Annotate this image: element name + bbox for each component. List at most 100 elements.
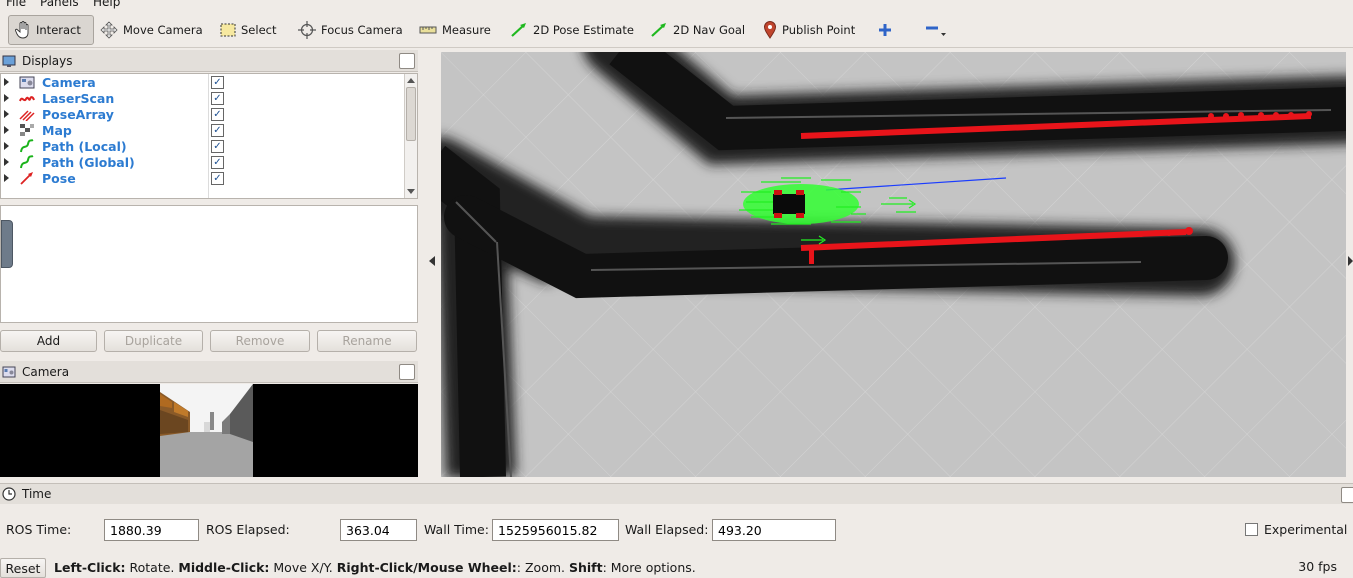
wall-time-label: Wall Time: <box>424 522 489 537</box>
publish-point-tool[interactable]: Publish Point <box>757 15 861 45</box>
menu-file[interactable]: File <box>6 0 26 9</box>
scroll-up-icon[interactable] <box>407 78 415 83</box>
hint-shift-desc: : More options. <box>602 560 696 575</box>
hint-middle-click: Middle-Click: <box>178 560 270 575</box>
time-panel-header: Time <box>0 483 1353 504</box>
menu-help[interactable]: Help <box>93 0 120 9</box>
right-dock-collapse-icon[interactable] <box>1348 256 1353 266</box>
display-item-path-local[interactable]: Path (Local) ✓ <box>1 138 405 154</box>
fps-counter: 30 fps <box>1298 559 1337 574</box>
monitor-icon <box>2 55 16 67</box>
move-camera-tool[interactable]: Move Camera <box>94 15 209 45</box>
path-icon <box>20 155 34 169</box>
displays-tree: Camera ✓ LaserScan ✓ PoseArray ✓ Map ✓ P… <box>0 73 418 199</box>
expand-arrow-icon[interactable] <box>4 126 9 134</box>
ruler-icon <box>419 26 437 34</box>
interact-tool[interactable]: Interact <box>8 15 94 45</box>
display-item-checkbox[interactable]: ✓ <box>211 155 224 169</box>
expand-arrow-icon[interactable] <box>4 142 9 150</box>
camera-float-button[interactable] <box>399 364 415 380</box>
display-item-checkbox[interactable]: ✓ <box>211 91 224 105</box>
rename-button[interactable]: Rename <box>317 330 417 352</box>
displays-float-button[interactable] <box>399 53 415 69</box>
camera-image <box>160 384 253 477</box>
displays-scrollbar[interactable] <box>404 74 417 198</box>
hint-right-click-desc: : Zoom. <box>516 560 569 575</box>
expand-arrow-icon[interactable] <box>4 110 9 118</box>
reset-button[interactable]: Reset <box>0 558 46 578</box>
add-tool-button[interactable] <box>872 15 898 45</box>
display-item-checkbox[interactable]: ✓ <box>211 75 224 89</box>
pose-estimate-tool[interactable]: 2D Pose Estimate <box>504 15 640 45</box>
display-item-path-global[interactable]: Path (Global) ✓ <box>1 154 405 170</box>
display-item-checkbox[interactable]: ✓ <box>211 107 224 121</box>
crosshair-icon <box>298 21 316 39</box>
publish-point-label: Publish Point <box>782 23 856 37</box>
experimental-checkbox[interactable] <box>1245 523 1258 536</box>
move-arrows-icon <box>100 21 118 39</box>
ros-time-field[interactable] <box>104 519 199 541</box>
properties-splitter-handle[interactable] <box>1 220 13 268</box>
laserscan-icon <box>19 96 35 102</box>
hint-left-click-desc: Rotate. <box>125 560 179 575</box>
display-item-checkbox[interactable]: ✓ <box>211 171 224 185</box>
displays-panel-header: Displays <box>0 50 418 72</box>
duplicate-button[interactable]: Duplicate <box>104 330 203 352</box>
display-item-pose[interactable]: Pose ✓ <box>1 170 405 186</box>
plus-icon <box>879 24 891 36</box>
hint-middle-click-desc: Move X/Y. <box>269 560 337 575</box>
menu-bar: File Panels Help <box>0 0 1353 10</box>
add-button[interactable]: Add <box>0 330 97 352</box>
map-icon <box>20 124 34 136</box>
left-dock-collapse-icon[interactable] <box>429 256 435 266</box>
display-item-camera[interactable]: Camera ✓ <box>1 74 405 90</box>
display-item-label: Pose <box>42 170 76 186</box>
hand-icon <box>15 21 29 39</box>
wall-elapsed-field[interactable] <box>712 519 836 541</box>
ros-elapsed-label: ROS Elapsed: <box>206 522 290 537</box>
display-item-posearray[interactable]: PoseArray ✓ <box>1 106 405 122</box>
nav-goal-label: 2D Nav Goal <box>673 23 746 37</box>
focus-camera-tool[interactable]: Focus Camera <box>292 15 409 45</box>
select-box-icon <box>220 23 236 37</box>
interact-label: Interact <box>36 23 81 37</box>
focus-camera-label: Focus Camera <box>321 23 403 37</box>
time-float-button[interactable] <box>1341 487 1353 503</box>
remove-button[interactable]: Remove <box>210 330 310 352</box>
time-title: Time <box>22 487 52 501</box>
select-tool[interactable]: Select <box>214 15 282 45</box>
ros-time-label: ROS Time: <box>6 522 72 537</box>
display-item-laserscan[interactable]: LaserScan ✓ <box>1 90 405 106</box>
camera-panel-header: Camera <box>0 361 418 383</box>
ros-elapsed-field[interactable] <box>340 519 417 541</box>
menu-panels[interactable]: Panels <box>40 0 79 9</box>
scroll-thumb[interactable] <box>406 87 416 141</box>
expand-arrow-icon[interactable] <box>4 94 9 102</box>
pose-estimate-label: 2D Pose Estimate <box>533 23 634 37</box>
path-icon <box>20 139 34 153</box>
display-item-checkbox[interactable]: ✓ <box>211 123 224 137</box>
clock-icon <box>2 487 16 501</box>
display-item-checkbox[interactable]: ✓ <box>211 139 224 153</box>
nav-goal-tool[interactable]: 2D Nav Goal <box>644 15 751 45</box>
minus-icon <box>926 26 946 36</box>
wall-elapsed-label: Wall Elapsed: <box>625 522 709 537</box>
display-item-map[interactable]: Map ✓ <box>1 122 405 138</box>
displays-title: Displays <box>22 53 73 68</box>
map-pin-icon <box>763 21 777 39</box>
hint-shift: Shift <box>568 560 603 575</box>
expand-arrow-icon[interactable] <box>4 174 9 182</box>
scroll-down-icon[interactable] <box>407 189 415 194</box>
measure-tool[interactable]: Measure <box>413 15 497 45</box>
hint-right-click: Right-Click/Mouse Wheel: <box>336 560 517 575</box>
robot-model <box>773 190 805 218</box>
status-hint: Left-Click: Rotate. Middle-Click: Move X… <box>54 560 696 575</box>
display-item-label: Camera <box>42 74 96 90</box>
camera-icon <box>2 366 16 377</box>
remove-tool-button[interactable] <box>918 15 952 45</box>
expand-arrow-icon[interactable] <box>4 78 9 86</box>
3d-render-view[interactable] <box>441 52 1346 477</box>
wall-time-field[interactable] <box>492 519 619 541</box>
expand-arrow-icon[interactable] <box>4 158 9 166</box>
green-arrow-icon <box>651 23 666 37</box>
